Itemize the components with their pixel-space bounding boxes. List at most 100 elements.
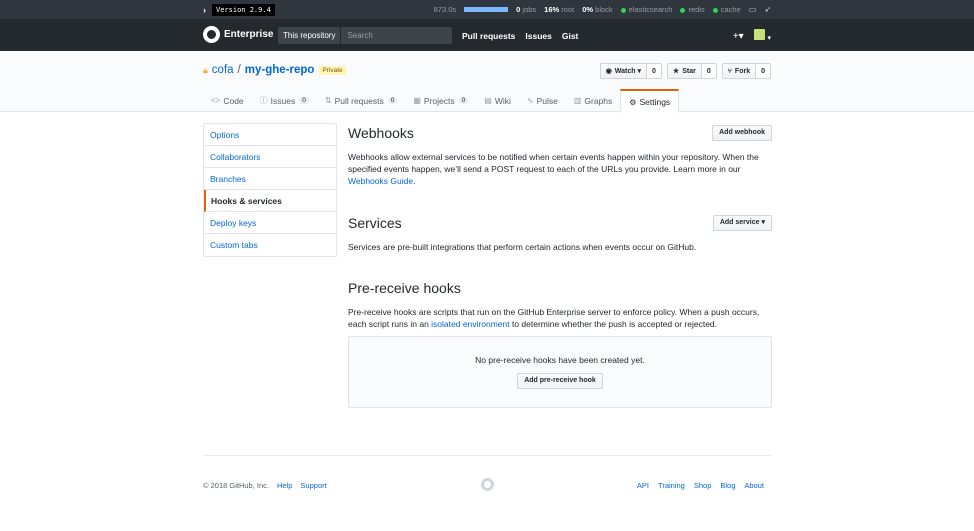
footer-link-shop[interactable]: Shop (694, 481, 712, 490)
webhooks-title: Webhooks (348, 125, 414, 141)
tab-issues[interactable]: ⓘ Issues 0 (252, 89, 317, 112)
webhooks-description: Webhooks allow external services to be n… (348, 152, 759, 186)
add-service-button[interactable]: Add service ▾ (712, 215, 772, 231)
footer-link-blog[interactable]: Blog (720, 481, 735, 490)
tab-graphs[interactable]: ▥ Graphs (566, 89, 620, 112)
brand-label[interactable]: Enterprise (224, 29, 273, 40)
timing-bar (464, 7, 509, 12)
private-badge: Private (319, 65, 346, 75)
footer-right: API Training Shop Blog About (637, 481, 764, 490)
nav-gist[interactable]: Gist (562, 31, 579, 41)
graph-icon: ▥ (573, 96, 582, 105)
chevron-down-icon: ▾ (767, 35, 771, 42)
header-nav: Pull requests Issues Gist (462, 31, 578, 41)
watch-button[interactable]: ◉ Watch ▾ (599, 63, 647, 79)
menu-item-collaborators[interactable]: Collaborators (204, 146, 336, 168)
settings-menu: Options Collaborators Branches Hooks & s… (203, 123, 337, 257)
issues-counter: 0 (299, 97, 309, 104)
fork-group: ⑂ Fork 0 (721, 63, 771, 79)
search-box[interactable]: This repository Search (278, 27, 452, 44)
services-description: Services are pre-built integrations that… (348, 242, 697, 252)
project-icon: ▦ (413, 96, 421, 105)
watch-count[interactable]: 0 (647, 63, 662, 79)
star-count[interactable]: 0 (701, 63, 717, 79)
empty-message: No pre-receive hooks have been created y… (475, 355, 645, 365)
star-button[interactable]: ★ Star (666, 63, 702, 79)
service-elasticsearch[interactable]: elasticsearch (620, 5, 672, 14)
search-input[interactable]: Search (341, 31, 372, 40)
timing-stat: 873.0s (433, 5, 457, 14)
book-icon: ▤ (484, 96, 492, 105)
pulse-icon: ∿ (526, 96, 534, 105)
site-footer: © 2018 GitHub, Inc. Help Support API Tra… (203, 455, 772, 495)
site-header: Enterprise This repository Search Pull r… (0, 19, 974, 51)
nav-pull-requests[interactable]: Pull requests (462, 31, 515, 41)
pre-receive-section: Pre-receive hooks Pre-receive hooks are … (348, 280, 772, 408)
tab-settings[interactable]: ⚙ Settings (620, 89, 680, 113)
footer-left: © 2018 GitHub, Inc. Help Support (203, 481, 327, 490)
menu-item-custom-tabs[interactable]: Custom tabs (204, 234, 336, 256)
search-scope-label: This repository (278, 27, 342, 44)
watch-group: ◉ Watch ▾ 0 (599, 63, 662, 79)
avatar (753, 29, 765, 40)
star-group: ★ Star 0 (666, 63, 717, 79)
projects-counter: 0 (458, 97, 469, 104)
status-dot-icon (712, 7, 718, 13)
webhooks-guide-link[interactable]: Webhooks Guide (348, 176, 413, 186)
footer-link-help[interactable]: Help (277, 481, 292, 490)
menu-item-branches[interactable]: Branches (204, 168, 336, 190)
keyboard-icon[interactable]: ▭ (749, 5, 757, 14)
lock-icon: 🔒︎ (203, 64, 208, 75)
footer-octocat-icon[interactable] (481, 478, 494, 491)
repo-owner-link[interactable]: cofa (212, 64, 234, 76)
isolated-environment-link[interactable]: isolated environment (431, 319, 509, 329)
chevron-right-icon[interactable]: › (203, 5, 206, 15)
repo-name-link[interactable]: my-ghe-repo (245, 64, 315, 76)
tab-projects[interactable]: ▦ Projects 0 (405, 89, 476, 112)
jobs-stat[interactable]: 0 jobs (516, 5, 536, 14)
add-webhook-button[interactable]: Add webhook (712, 125, 772, 141)
code-icon: <> (211, 96, 221, 105)
copyright: © 2018 GitHub, Inc. (203, 481, 269, 490)
block-stat: 0% block (582, 5, 613, 14)
footer-link-api[interactable]: API (637, 481, 649, 490)
header-actions: +▾ ▾ (733, 29, 771, 43)
pull-request-icon: ⇅ (324, 96, 332, 105)
tab-pull-requests[interactable]: ⇅ Pull requests 0 (317, 89, 405, 112)
repo-title: 🔒︎ cofa / my-ghe-repo Private (203, 64, 346, 76)
fork-icon: ⑂ (727, 67, 732, 75)
repo-nav: <> Code ⓘ Issues 0 ⇅ Pull requests 0 ▦ Project… (203, 89, 680, 113)
version-label: Version 2.9.4 (212, 3, 275, 16)
fork-count[interactable]: 0 (756, 63, 771, 79)
status-dot-icon (620, 7, 626, 13)
menu-item-options[interactable]: Options (204, 124, 336, 146)
footer-link-support[interactable]: Support (300, 481, 326, 490)
status-dot-icon (680, 7, 686, 13)
footer-link-about[interactable]: About (744, 481, 764, 490)
path-separator: / (237, 64, 241, 76)
plus-icon[interactable]: +▾ (733, 31, 744, 42)
service-cache[interactable]: cache (712, 5, 741, 14)
tab-pulse[interactable]: ∿ Pulse (519, 89, 566, 112)
rocket-icon[interactable]: ➶ (764, 5, 771, 14)
tab-code[interactable]: <> Code (203, 89, 252, 112)
gear-icon: ⚙ (629, 97, 637, 107)
avatar-menu[interactable]: ▾ (753, 29, 771, 43)
pre-receive-title: Pre-receive hooks (348, 280, 461, 296)
repo-header: 🔒︎ cofa / my-ghe-repo Private ◉ Watch ▾ 0… (0, 51, 974, 113)
add-pre-receive-hook-button[interactable]: Add pre-receive hook (517, 373, 603, 389)
services-section: Services Add service ▾ Services are pre-… (348, 215, 772, 253)
footer-link-training[interactable]: Training (658, 481, 685, 490)
nav-issues[interactable]: Issues (525, 31, 551, 41)
pull-requests-counter: 0 (387, 97, 398, 104)
fork-button[interactable]: ⑂ Fork (721, 63, 757, 79)
issue-icon: ⓘ (259, 96, 268, 105)
octocat-logo-icon[interactable] (203, 26, 220, 43)
menu-item-deploy-keys[interactable]: Deploy keys (204, 212, 336, 234)
webhooks-section: Webhooks Add webhook Webhooks allow exte… (348, 125, 772, 187)
menu-item-hooks-services[interactable]: Hooks & services (204, 190, 336, 212)
tab-wiki[interactable]: ▤ Wiki (476, 89, 519, 112)
service-redis[interactable]: redis (680, 5, 705, 14)
pre-receive-blankslate: No pre-receive hooks have been created y… (348, 336, 772, 408)
staff-stats: 873.0s 0 jobs 16% root 0% block elastics… (434, 0, 771, 19)
